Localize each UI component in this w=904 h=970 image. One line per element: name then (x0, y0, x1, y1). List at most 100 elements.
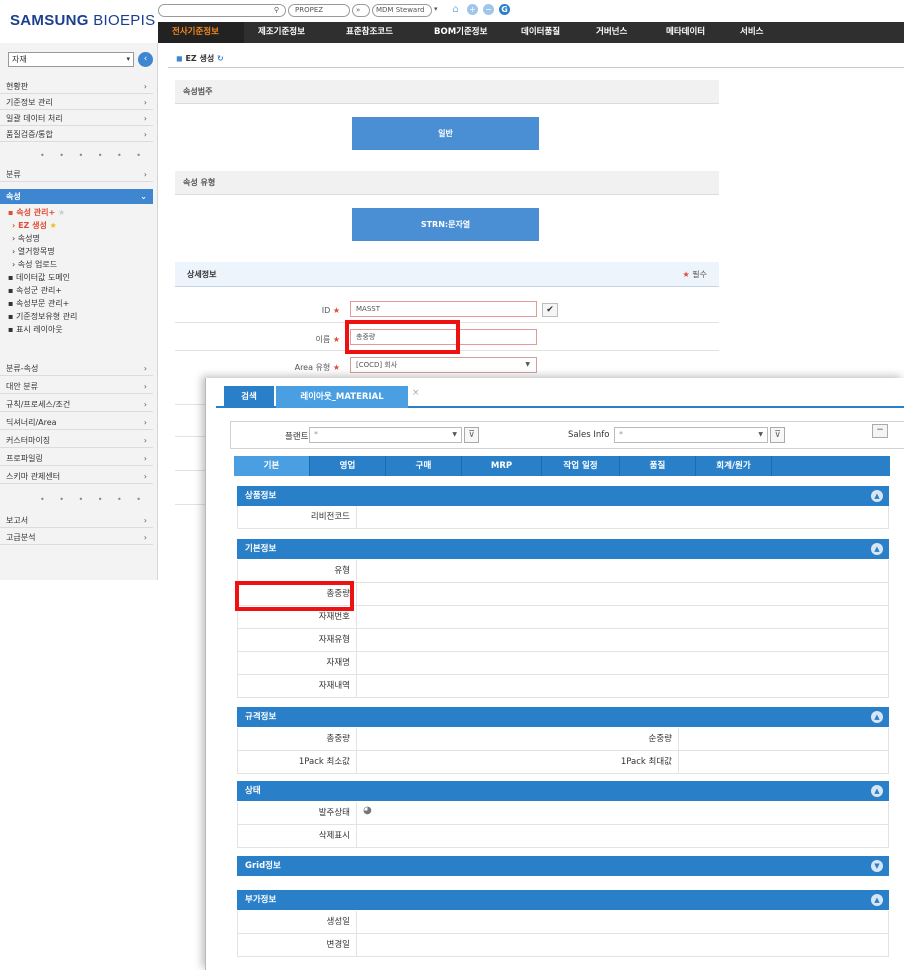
chevron-down-icon[interactable]: ▾ (434, 4, 444, 17)
sidebar-item-advanced-analytics[interactable]: 고급분석 › (0, 530, 153, 545)
sidebar-subitem-master-type[interactable]: ▪ 기준정보유형 관리 (8, 311, 77, 323)
minimize-icon[interactable]: − (872, 424, 888, 438)
chevron-up-icon[interactable]: ▲ (871, 894, 883, 906)
area-type-select[interactable]: [COCD] 회사 ▼ (350, 357, 537, 373)
globe-icon[interactable]: ◕ (363, 805, 372, 816)
nav-item-services[interactable]: 서비스 (740, 22, 763, 43)
search-icon[interactable]: ⚲ (274, 5, 279, 16)
sidebar-item-rules[interactable]: 규칙/프로세스/조건 › (0, 397, 153, 412)
sidebar-item-bulk-processing[interactable]: 일괄 데이터 처리 › (0, 111, 153, 126)
field-value[interactable]: ◕ (356, 802, 888, 824)
refresh-icon[interactable]: ↻ (217, 54, 224, 63)
arrow-left-icon[interactable]: ‹ (138, 52, 153, 67)
sidebar-item-profiling[interactable]: 프로파일링 › (0, 451, 153, 466)
sidebar-item-category-attr[interactable]: 분류-속성 › (0, 361, 153, 376)
chevron-up-icon[interactable]: ▲ (871, 711, 883, 723)
home-icon[interactable]: ⌂ (450, 4, 461, 15)
id-field[interactable]: MASST (350, 301, 537, 317)
sidebar-subitem-attr-manage[interactable]: ▪ 속성 관리+ ★ (8, 207, 65, 219)
nav-item-enterprise-master[interactable]: 전사기준정보 (158, 22, 244, 43)
sidebar-subitem-attr-group[interactable]: ▪ 속성군 관리+ (8, 285, 62, 297)
chevron-down-icon: ▼ (758, 431, 763, 438)
sidebar-item-attribute[interactable]: 속성 ⌄ (0, 189, 153, 204)
field-value[interactable] (356, 629, 888, 651)
star-icon[interactable]: ★ (50, 221, 57, 230)
field-value[interactable] (356, 751, 562, 773)
plant-select[interactable]: * ▼ (309, 427, 462, 443)
nav-item-metadata[interactable]: 메타데이터 (666, 22, 705, 43)
subtab-sales[interactable]: 영업 (310, 456, 386, 476)
sales-info-select[interactable]: * ▼ (614, 427, 768, 443)
nav-item-bom-master[interactable]: BOM기준정보 (434, 22, 487, 43)
double-chevron-icon[interactable]: » (352, 4, 370, 17)
sidebar-item-dictionary[interactable]: 딕셔너리/Area › (0, 415, 153, 430)
panel-grid-info[interactable]: Grid정보 ▼ (237, 856, 889, 876)
sidebar-subitem-data-domain[interactable]: ▪ 데이터값 도메인 (8, 272, 70, 284)
field-value[interactable] (356, 583, 888, 605)
field-label: 자재내역 (238, 675, 350, 697)
name-label: 이름 ★ (315, 335, 340, 344)
global-search-input[interactable]: ⚲ (158, 4, 286, 17)
field-value[interactable] (356, 728, 562, 750)
subtab-basic[interactable]: 기본 (234, 456, 310, 476)
nav-item-data-quality[interactable]: 데이터품질 (521, 22, 560, 43)
field-value[interactable] (356, 506, 888, 528)
sidebar-item-dashboard[interactable]: 현황판 › (0, 79, 153, 94)
panel-spec-info[interactable]: 규격정보 ▲ (237, 707, 889, 727)
nav-item-manufacturing-master[interactable]: 제조기준정보 (258, 22, 305, 43)
logout-icon[interactable]: G (499, 4, 510, 15)
chevron-up-icon[interactable]: ▲ (871, 490, 883, 502)
role-selector[interactable]: MDM Steward (372, 4, 432, 17)
field-value[interactable] (356, 652, 888, 674)
chevron-up-icon[interactable]: ▲ (871, 543, 883, 555)
star-icon[interactable]: ★ (58, 208, 65, 217)
chevron-up-icon[interactable]: ▲ (871, 785, 883, 797)
nav-item-standard-codes[interactable]: 표준참조코드 (346, 22, 393, 43)
subtab-quality[interactable]: 품질 (620, 456, 696, 476)
panel-extra-info[interactable]: 부가정보 ▲ (237, 890, 889, 910)
subtab-purchase[interactable]: 구매 (386, 456, 462, 476)
strn-type-button[interactable]: STRN:문자열 (352, 208, 539, 241)
sidebar-subitem-attr-division[interactable]: ▪ 속성부문 관리+ (8, 298, 69, 310)
chevron-down-icon[interactable]: ▼ (871, 860, 883, 872)
tab-layout-material[interactable]: 레이아웃_MATERIAL (276, 386, 408, 408)
panel-basic-info[interactable]: 기본정보 ▲ (237, 539, 889, 559)
check-icon[interactable]: ✔ (542, 303, 558, 317)
sidebar-subitem-ez-create[interactable]: › EZ 생성 ★ (12, 220, 57, 232)
panel-status[interactable]: 상태 ▲ (237, 781, 889, 801)
close-icon[interactable]: × (412, 388, 420, 398)
field-value[interactable] (356, 560, 888, 582)
propez-selector[interactable]: PROPEZ (288, 4, 350, 17)
sidebar-item-master-data[interactable]: 기준정보 관리 › (0, 95, 153, 110)
sidebar-subitem-display-layout[interactable]: ▪ 표시 레이아웃 (8, 324, 63, 336)
field-value[interactable] (678, 728, 888, 750)
tab-search[interactable]: 검색 (224, 386, 274, 408)
filter-icon[interactable]: ⊽ (464, 427, 479, 443)
sidebar-item-category[interactable]: 분류 › (0, 167, 153, 182)
sidebar-item-schema-center[interactable]: 스키마 관제센터 › (0, 469, 153, 484)
sidebar-item-quality-merge[interactable]: 품질검증/통합 › (0, 127, 153, 142)
field-value[interactable] (356, 825, 888, 847)
field-value[interactable] (356, 606, 888, 628)
general-category-button[interactable]: 일반 (352, 117, 539, 150)
plus-circle-icon[interactable]: + (467, 4, 478, 15)
sidebar-item-alt-category[interactable]: 대안 분류 › (0, 379, 153, 394)
subtab-schedule[interactable]: 작업 일정 (542, 456, 620, 476)
subtab-mrp[interactable]: MRP (462, 456, 542, 476)
sidebar-subitem-attr-name[interactable]: › 속성명 (12, 233, 40, 245)
field-label: 총중량 (238, 728, 350, 750)
sidebar-item-customizing[interactable]: 커스터마이징 › (0, 433, 153, 448)
sidebar-subitem-attr-upload[interactable]: › 속성 업로드 (12, 259, 57, 271)
field-value[interactable] (356, 675, 888, 697)
field-value[interactable] (678, 751, 888, 773)
sidebar-subitem-enum-name[interactable]: › 열거항목명 (12, 246, 55, 258)
domain-select[interactable]: 자재 ▾ (8, 52, 134, 67)
filter-icon[interactable]: ⊽ (770, 427, 785, 443)
nav-item-governance[interactable]: 거버넌스 (596, 22, 627, 43)
minus-circle-icon[interactable]: − (483, 4, 494, 15)
sidebar-item-reports[interactable]: 보고서 › (0, 513, 153, 528)
panel-product-info[interactable]: 상품정보 ▲ (237, 486, 889, 506)
field-value[interactable] (356, 911, 888, 933)
subtab-accounting[interactable]: 회계/원가 (696, 456, 772, 476)
field-value[interactable] (356, 934, 888, 956)
